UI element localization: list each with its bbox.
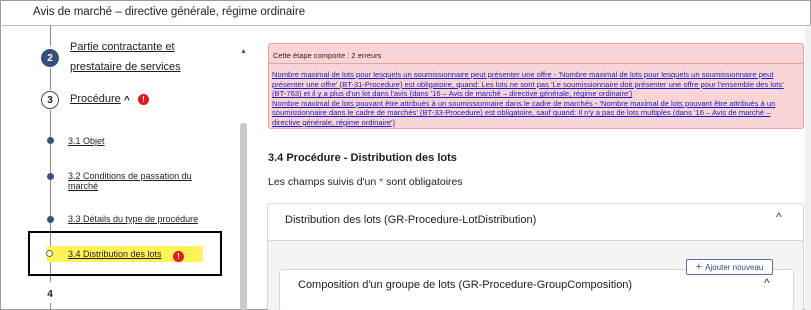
substep-3-3-link[interactable]: 3.3 Détails du type de procédure bbox=[68, 214, 198, 225]
error-list: Nombre maximal de lots pour lesquels un … bbox=[272, 70, 800, 128]
group-composition-card-title: Composition d'un groupe de lots (GR-Proc… bbox=[298, 279, 633, 291]
error-summary-heading: Cette étape comporte : 2 erreurs bbox=[273, 51, 382, 60]
chevron-up-icon[interactable]: ^ bbox=[776, 210, 782, 224]
error-link[interactable]: Nombre maximal de lots pouvant être attr… bbox=[272, 99, 800, 128]
scroll-up-arrow-icon[interactable]: ▲ bbox=[240, 48, 247, 55]
add-new-button[interactable]: + Ajouter nouveau bbox=[686, 259, 773, 275]
step-2-label-line2[interactable]: prestataire de services bbox=[70, 57, 181, 78]
substep-dot bbox=[47, 137, 54, 144]
substep-dot bbox=[47, 173, 54, 180]
required-fields-note: Les champs suivis d'un * sont obligatoir… bbox=[268, 176, 463, 188]
substep-3-2-link-line2[interactable]: marché bbox=[68, 181, 98, 192]
step-connector bbox=[50, 302, 51, 310]
step-navigation-sidebar: 2 Partie contractante et prestataire de … bbox=[0, 26, 252, 310]
step-4-indicator[interactable]: 4 bbox=[41, 285, 59, 303]
error-icon: ! bbox=[138, 94, 149, 105]
plus-icon: + bbox=[695, 261, 703, 273]
step-3-indicator: 3 bbox=[41, 91, 59, 109]
lot-distribution-card-title: Distribution des lots (GR-Procedure-LotD… bbox=[285, 214, 537, 226]
section-title: 3.4 Procédure - Distribution des lots bbox=[268, 152, 457, 164]
focus-outline bbox=[28, 231, 222, 276]
error-link[interactable]: Nombre maximal de lots pour lesquels un … bbox=[272, 70, 800, 99]
page-title: Avis de marché – directive générale, rég… bbox=[33, 6, 306, 18]
substep-3-1-link[interactable]: 3.1 Objet bbox=[68, 136, 105, 147]
required-note-suffix: sont obligatoires bbox=[383, 176, 463, 188]
required-note-prefix: Les champs suivis d'un bbox=[268, 176, 380, 188]
main-content: Cette étape comporte : 2 erreurs Nombre … bbox=[259, 26, 811, 310]
step-connector bbox=[50, 68, 51, 90]
chevron-up-icon[interactable]: ^ bbox=[764, 276, 770, 290]
step-2-indicator: 2 bbox=[41, 49, 59, 67]
add-new-button-label: Ajouter nouveau bbox=[705, 262, 764, 272]
sidebar-scrollbar-thumb[interactable] bbox=[240, 123, 247, 310]
error-summary-divider bbox=[268, 63, 804, 64]
main-scrollbar[interactable] bbox=[805, 26, 811, 310]
step-2-label-line1[interactable]: Partie contractante et bbox=[70, 37, 175, 58]
chevron-up-icon[interactable]: ^ bbox=[124, 95, 130, 106]
step-connector bbox=[50, 26, 51, 46]
substep-dot bbox=[47, 216, 54, 223]
step-3-label[interactable]: Procédure bbox=[70, 89, 121, 110]
